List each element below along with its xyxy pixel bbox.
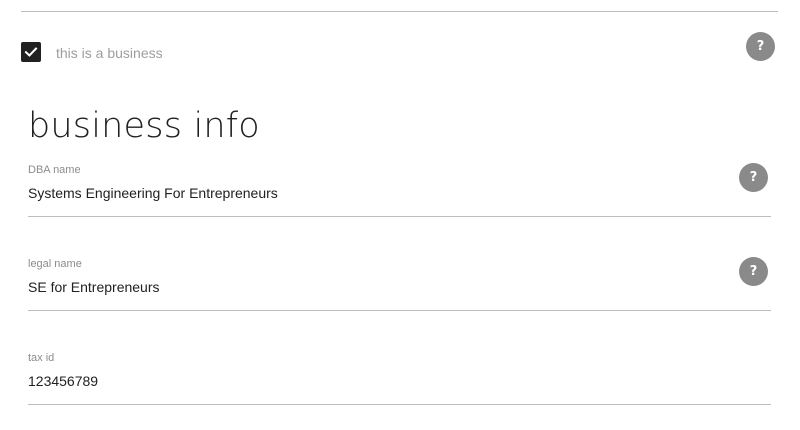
dba-name-field: DBA name [28,163,771,219]
business-checkbox-label[interactable]: this is a business [56,44,163,62]
dba-name-underline [28,216,771,217]
dba-name-label: DBA name [28,164,81,176]
legal-name-input[interactable] [28,277,708,297]
legal-name-underline [28,310,771,311]
check-icon [24,47,38,57]
dba-name-help-button[interactable]: ? [739,163,768,192]
tax-id-label: tax id [28,352,55,364]
dba-name-input[interactable] [28,183,708,203]
section-title: business info [28,106,260,146]
legal-name-label: legal name [28,258,82,270]
help-icon: ? [749,264,758,279]
help-icon: ? [756,39,765,54]
tax-id-underline [28,404,771,405]
business-checkbox[interactable] [21,42,41,62]
tax-id-field: tax id [28,351,771,407]
business-help-button[interactable]: ? [746,32,775,61]
legal-name-field: legal name [28,257,771,313]
help-icon: ? [749,170,758,185]
top-divider [21,11,778,12]
business-info-form: this is a business ? business info DBA n… [0,0,800,430]
legal-name-help-button[interactable]: ? [739,257,768,286]
tax-id-input[interactable] [28,371,708,391]
